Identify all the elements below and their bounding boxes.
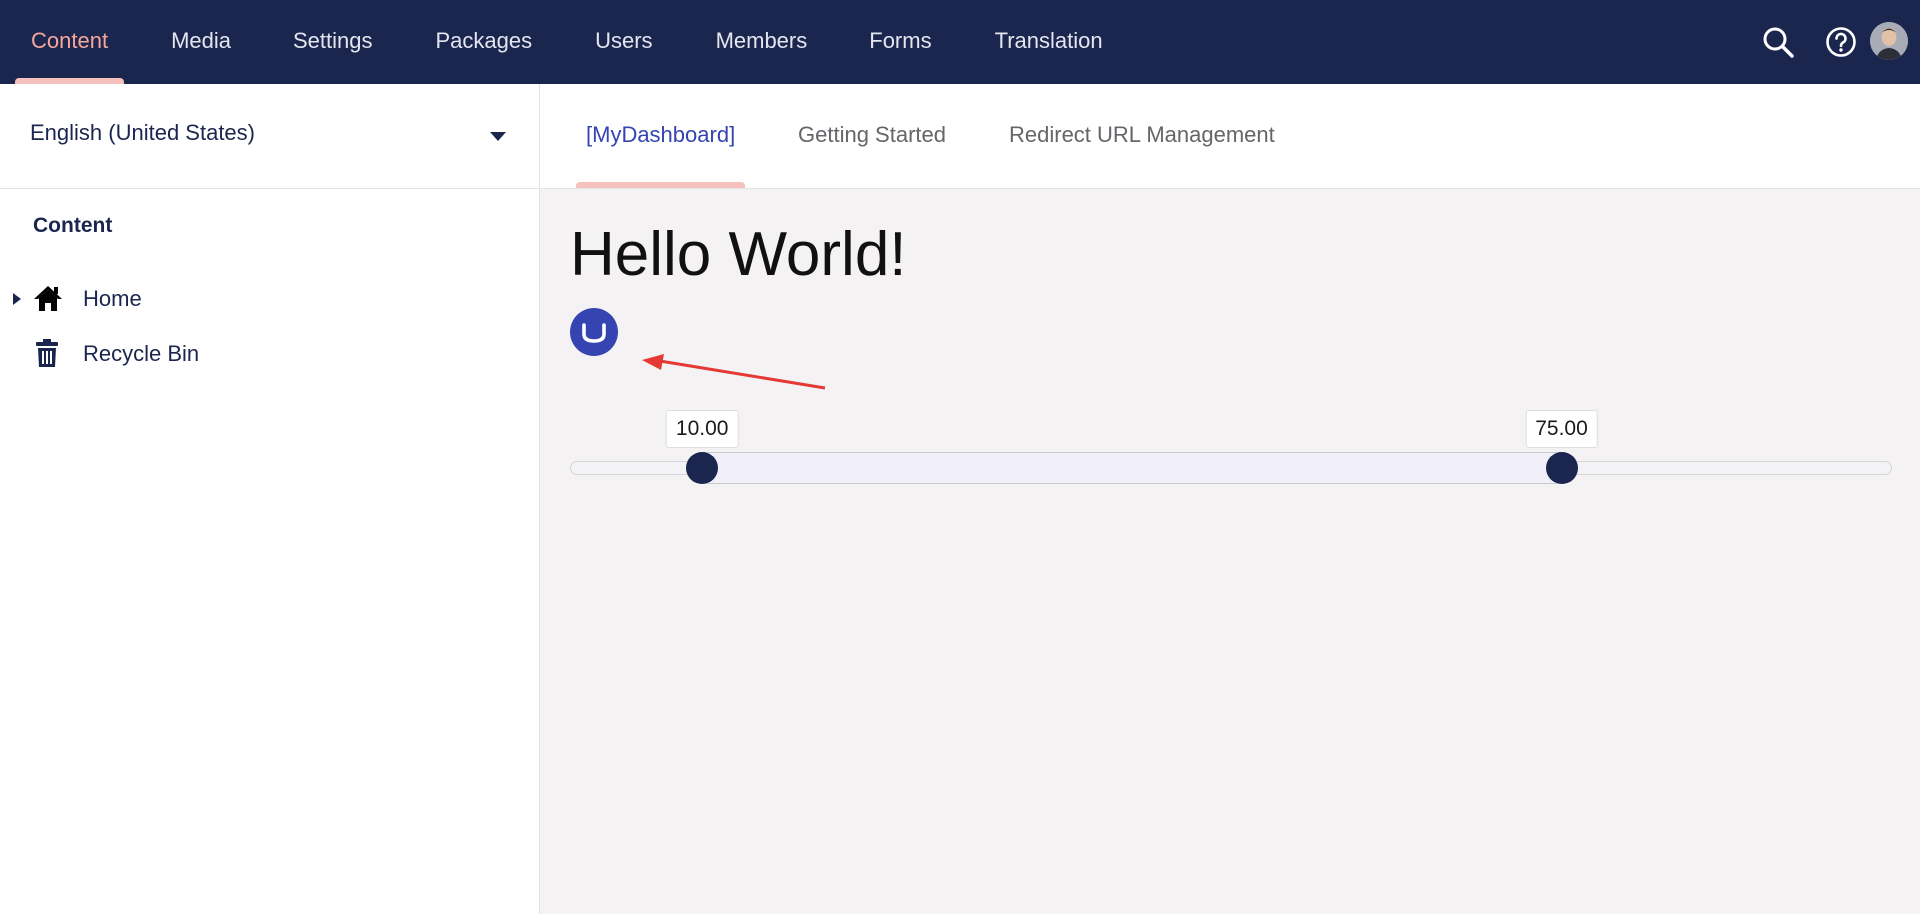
language-selector[interactable]: English (United States) [0,84,539,189]
slider-low-handle[interactable] [686,452,719,484]
nav-settings[interactable]: Settings [293,0,373,84]
tab-getting-started[interactable]: Getting Started [798,84,946,188]
content-tree-sidebar: English (United States) Content Home Rec… [0,84,540,914]
search-icon[interactable] [1760,24,1796,60]
umbraco-logo-icon [570,308,618,361]
slider-low-value: 10.00 [665,410,739,448]
nav-packages[interactable]: Packages [435,0,532,84]
tab-mydashboard-label: [MyDashboard] [586,122,736,147]
tab-getting-started-label: Getting Started [798,122,946,147]
slider-selected-range [702,452,1562,484]
home-icon [33,284,63,317]
avatar-image [1870,22,1908,60]
nav-settings-label: Settings [292,28,373,53]
tree-item-home-label: Home [83,286,142,311]
page-heading: Hello World! [570,220,907,289]
nav-members-label: Members [715,28,808,53]
nav-users-label: Users [595,28,653,53]
top-header: Content Media Settings Packages Users Me… [0,0,1920,84]
main-navigation: Content Media Settings Packages Users Me… [0,0,1103,84]
nav-packages-label: Packages [435,28,533,53]
slider-high-handle[interactable] [1545,452,1578,484]
nav-translation[interactable]: Translation [995,0,1103,84]
tree-item-recycle-bin-label: Recycle Bin [83,341,200,366]
annotation-arrow [630,324,830,399]
nav-translation-label: Translation [994,28,1103,53]
header-tools [1720,0,1920,84]
caret-down-icon [490,129,506,147]
language-selector-label: English (United States) [30,120,255,145]
tree-item-home[interactable]: Home [0,276,539,320]
section-heading: Content [33,214,113,237]
nav-media[interactable]: Media [171,0,231,84]
active-tab-indicator [576,182,746,188]
dashboard-tabs: [MyDashboard] Getting Started Redirect U… [540,84,1920,189]
dashboard-main: [MyDashboard] Getting Started Redirect U… [540,84,1920,914]
help-icon[interactable] [1823,24,1859,60]
nav-forms[interactable]: Forms [869,0,931,84]
user-avatar[interactable] [1870,22,1908,60]
tab-redirect-url-management[interactable]: Redirect URL Management [1009,84,1275,188]
nav-members[interactable]: Members [716,0,808,84]
tree-item-recycle-bin[interactable]: Recycle Bin [0,331,539,375]
nav-media-label: Media [171,28,231,53]
range-slider[interactable]: 10.00 75.00 [570,404,1892,494]
trash-icon [36,339,58,372]
slider-high-value: 75.00 [1525,410,1598,448]
tab-redirect-url-management-label: Redirect URL Management [1009,122,1275,147]
tab-mydashboard[interactable]: [MyDashboard] [576,84,746,188]
nav-content-label: Content [31,28,109,53]
nav-forms-label: Forms [869,28,932,53]
expand-caret-icon[interactable] [13,292,21,310]
nav-content[interactable]: Content [15,0,125,84]
nav-users[interactable]: Users [595,0,652,84]
